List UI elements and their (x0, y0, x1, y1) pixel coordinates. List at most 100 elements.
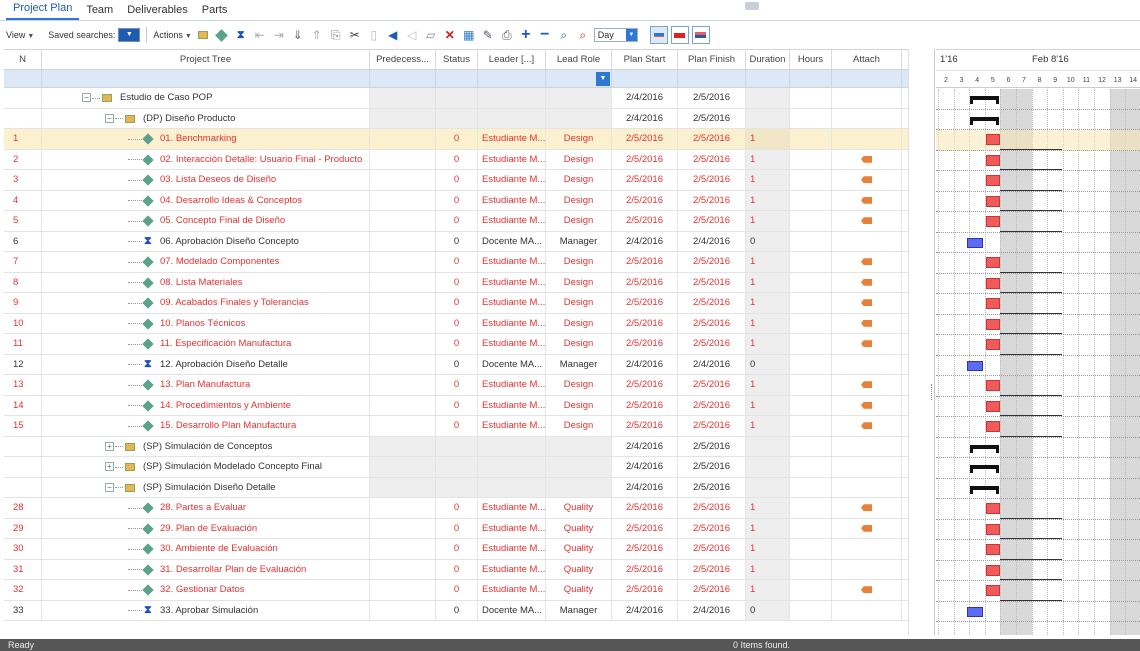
cell-plan-start[interactable]: 2/5/2016 (612, 211, 678, 231)
cell-predecessors[interactable] (370, 539, 436, 559)
cell-project-tree[interactable]: 31. Desarrollar Plan de Evaluación (42, 559, 370, 579)
cell-hours[interactable] (790, 539, 832, 559)
filter-cell[interactable] (4, 70, 42, 87)
cell-duration[interactable] (746, 457, 790, 477)
cell-plan-finish[interactable]: 2/5/2016 (678, 88, 746, 108)
cell-attach[interactable] (832, 539, 902, 559)
cell-attach[interactable] (832, 354, 902, 374)
cell-status[interactable]: 0 (436, 334, 478, 354)
cell-attach[interactable] (832, 129, 902, 149)
cell-lead-role[interactable]: Design (546, 211, 612, 231)
cell-predecessors[interactable] (370, 498, 436, 518)
cell-status[interactable]: 0 (436, 395, 478, 415)
column-header-n[interactable]: N (4, 50, 42, 69)
table-row[interactable]: 14 14. Procedimientos y Ambiente 0 Estud… (4, 395, 908, 416)
cell-predecessors[interactable] (370, 252, 436, 272)
column-header-duration[interactable]: Duration (746, 50, 790, 69)
cell-leader[interactable]: Estudiante M... (478, 252, 546, 272)
table-row[interactable]: 8 08. Lista Materiales 0 Estudiante M...… (4, 272, 908, 293)
cell-duration[interactable]: 1 (746, 334, 790, 354)
cell-project-tree[interactable]: 30. Ambiente de Evaluación (42, 539, 370, 559)
cell-hours[interactable] (790, 395, 832, 415)
cell-lead-role[interactable]: Design (546, 313, 612, 333)
table-row[interactable]: 31 31. Desarrollar Plan de Evaluación 0 … (4, 559, 908, 580)
cell-lead-role[interactable] (546, 477, 612, 497)
gantt-task-bar[interactable] (985, 400, 1001, 412)
cell-duration[interactable]: 1 (746, 375, 790, 395)
column-header-plan-finish[interactable]: Plan Finish (678, 50, 746, 69)
cell-hours[interactable] (790, 129, 832, 149)
column-header-leader[interactable]: Leader [...] (478, 50, 546, 69)
hourglass-icon[interactable]: ⧗ (233, 27, 249, 43)
expand-icon[interactable]: + (105, 462, 114, 471)
table-row[interactable]: 3 03. Lista Deseos de Diseño 0 Estudiant… (4, 170, 908, 191)
cell-status[interactable]: 0 (436, 539, 478, 559)
attachment-flag-icon[interactable] (861, 422, 872, 430)
cell-status[interactable]: 0 (436, 293, 478, 313)
cell-lead-role[interactable] (546, 88, 612, 108)
cell-duration[interactable] (746, 436, 790, 456)
gantt-milestone-bar[interactable] (967, 237, 983, 248)
cell-lead-role[interactable]: Design (546, 190, 612, 210)
cell-plan-finish[interactable]: 2/5/2016 (678, 436, 746, 456)
cell-leader[interactable]: Estudiante M... (478, 334, 546, 354)
cell-lead-role[interactable]: Quality (546, 580, 612, 600)
cell-plan-finish[interactable]: 2/5/2016 (678, 190, 746, 210)
cell-plan-start[interactable]: 2/5/2016 (612, 375, 678, 395)
cell-project-tree[interactable]: 13. Plan Manufactura (42, 375, 370, 395)
table-row[interactable]: 10 10. Planos Técnicos 0 Estudiante M...… (4, 313, 908, 334)
cell-attach[interactable] (832, 149, 902, 169)
cell-plan-finish[interactable]: 2/5/2016 (678, 108, 746, 128)
cell-project-tree[interactable]: 07. Modelado Componentes (42, 252, 370, 272)
summary-task-icon[interactable] (195, 27, 211, 43)
table-row[interactable]: 2 02. Interacción Detalle: Usuario Final… (4, 149, 908, 170)
cell-project-tree[interactable]: 05. Concepto Final de Diseño (42, 211, 370, 231)
cell-plan-start[interactable]: 2/4/2016 (612, 354, 678, 374)
cell-hours[interactable] (790, 354, 832, 374)
cell-duration[interactable] (746, 108, 790, 128)
find-red-icon[interactable]: ⌕ (575, 27, 591, 43)
cell-attach[interactable] (832, 211, 902, 231)
cell-hours[interactable] (790, 518, 832, 538)
cell-duration[interactable]: 1 (746, 518, 790, 538)
cell-hours[interactable] (790, 313, 832, 333)
cell-attach[interactable] (832, 477, 902, 497)
cell-plan-start[interactable]: 2/5/2016 (612, 580, 678, 600)
cell-predecessors[interactable] (370, 293, 436, 313)
cell-status[interactable] (436, 108, 478, 128)
cell-leader[interactable]: Estudiante M... (478, 170, 546, 190)
tag-icon[interactable]: ◁ (404, 27, 420, 43)
cell-leader[interactable]: Estudiante M... (478, 539, 546, 559)
cell-predecessors[interactable] (370, 231, 436, 251)
cell-leader[interactable]: Docente MA... (478, 600, 546, 620)
cell-attach[interactable] (832, 416, 902, 436)
cell-leader[interactable]: Docente MA... (478, 231, 546, 251)
cell-hours[interactable] (790, 580, 832, 600)
cell-hours[interactable] (790, 416, 832, 436)
cell-hours[interactable] (790, 170, 832, 190)
table-row[interactable]: − Estudio de Caso POP 2/4/2016 2/5/2016 (4, 88, 908, 109)
cell-hours[interactable] (790, 334, 832, 354)
column-header-predecessors[interactable]: Predecess... (370, 50, 436, 69)
cell-predecessors[interactable] (370, 375, 436, 395)
cell-predecessors[interactable] (370, 580, 436, 600)
cell-status[interactable] (436, 477, 478, 497)
table-row[interactable]: 32 32. Gestionar Datos 0 Estudiante M...… (4, 580, 908, 601)
splitter-handle[interactable] (931, 384, 933, 400)
filter-cell[interactable] (832, 70, 902, 87)
cell-status[interactable]: 0 (436, 129, 478, 149)
attachment-flag-icon[interactable] (861, 176, 872, 184)
cell-plan-finish[interactable]: 2/5/2016 (678, 518, 746, 538)
gantt-task-bar[interactable] (985, 544, 1001, 555)
column-header-lead-role[interactable]: Lead Role (546, 50, 612, 69)
cell-lead-role[interactable]: Design (546, 334, 612, 354)
cell-plan-start[interactable]: 2/5/2016 (612, 498, 678, 518)
cell-attach[interactable] (832, 108, 902, 128)
cell-attach[interactable] (832, 395, 902, 415)
cell-plan-start[interactable]: 2/5/2016 (612, 395, 678, 415)
cell-plan-start[interactable]: 2/5/2016 (612, 416, 678, 436)
cell-plan-start[interactable]: 2/5/2016 (612, 334, 678, 354)
print-icon[interactable]: ⎙ (499, 27, 515, 43)
filter-cell[interactable] (478, 70, 546, 87)
cell-attach[interactable] (832, 518, 902, 538)
